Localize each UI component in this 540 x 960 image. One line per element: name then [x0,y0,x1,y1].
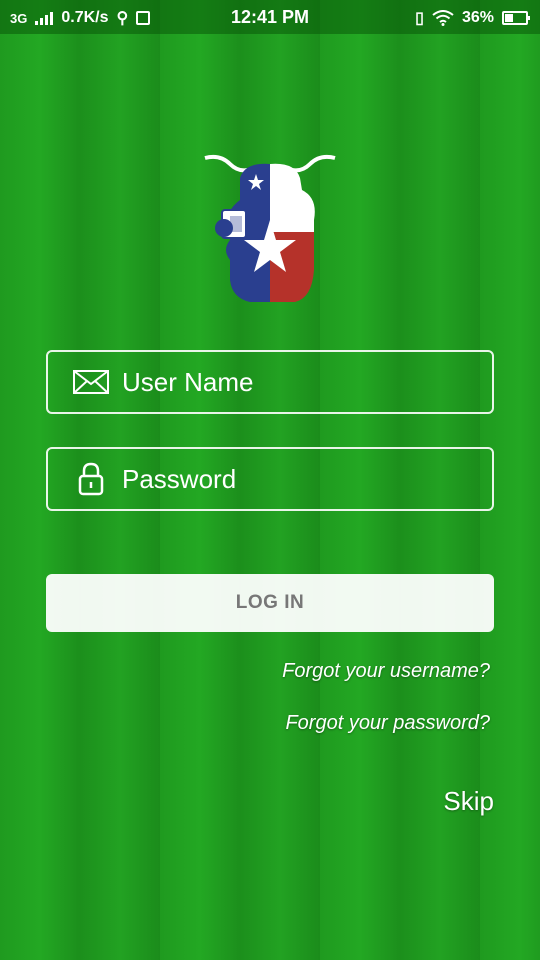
battery-icon [502,11,530,25]
longhorn-texas-flag-logo [204,154,336,303]
username-field[interactable] [46,350,494,414]
password-field[interactable] [46,447,494,511]
mail-icon [72,367,110,397]
username-input[interactable] [122,366,462,398]
vibrate-icon: ▯ [415,10,424,27]
forgot-password-link[interactable]: Forgot your password? [285,712,490,735]
battery-percent: 36% [461,9,494,26]
login-button[interactable]: LOG IN [46,574,494,632]
lock-icon [72,462,110,496]
status-right: ▯ 36% [415,8,530,28]
forgot-username-link[interactable]: Forgot your username? [282,660,490,683]
password-input[interactable] [122,463,462,495]
skip-button[interactable]: Skip [443,786,494,817]
wifi-icon [432,10,454,26]
status-bar: 3G 0.7K/s ⚲ 12:41 PM ▯ 36% [0,0,540,34]
